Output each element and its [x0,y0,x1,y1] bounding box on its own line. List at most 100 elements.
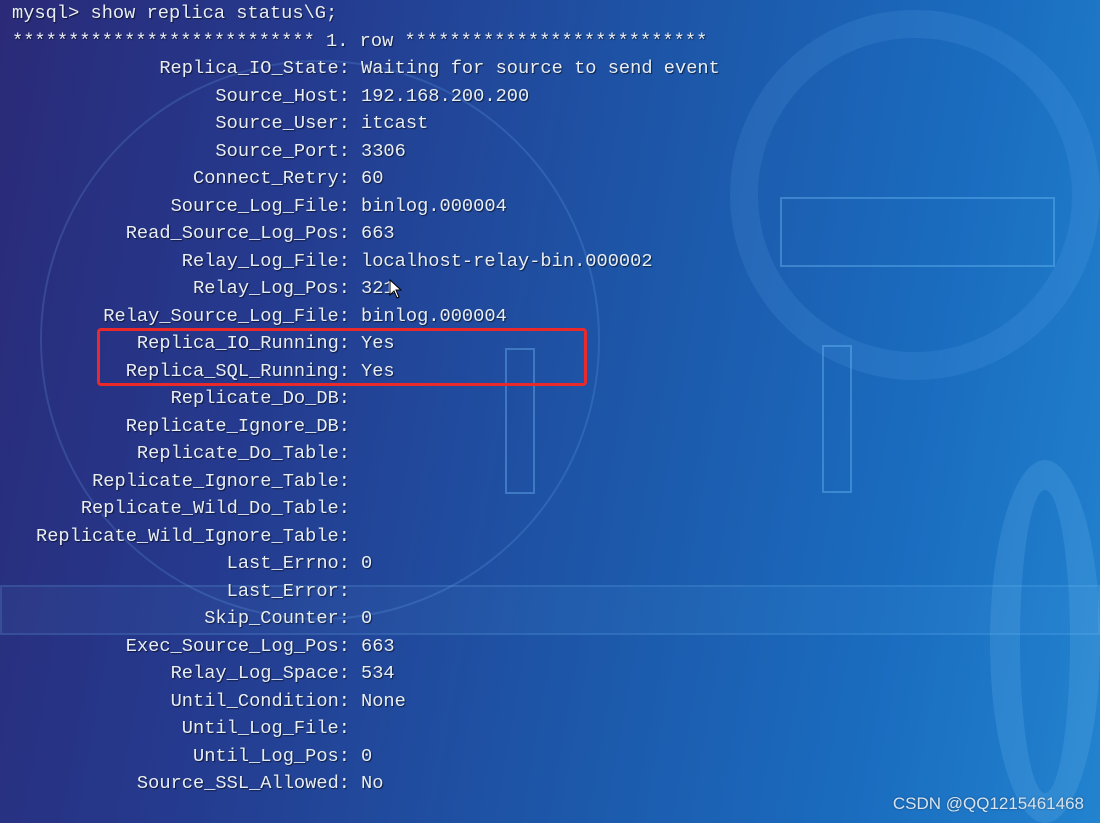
status-field-row: Replicate_Do_Table: [12,440,720,468]
field-label-text: Source_Port [215,139,339,162]
field-label: Until_Log_Pos: [192,744,350,767]
field-label-text: Relay_Source_Log_File [103,304,339,327]
status-field-row: Relay_Source_Log_File: binlog.000004 [12,303,720,331]
field-label-text: Relay_Log_Space [170,662,339,684]
field-label-text: Replicate_Ignore_DB [125,414,339,437]
field-label-text: Until_Log_File [181,717,339,739]
status-field-row: Until_Condition: None [12,688,720,716]
field-label-text: Replicate_Wild_Do_Table [80,497,339,519]
status-field-row: Replicate_Wild_Ignore_Table: [12,523,720,551]
field-label: Replica_IO_State: [159,57,350,79]
status-field-row: Source_Port: 3306 [12,138,720,166]
field-value: None [361,689,406,712]
field-label-text: Relay_Log_Pos [192,277,339,299]
status-field-row: Last_Error: [12,578,720,606]
field-label-text: Connect_Retry [192,167,339,189]
field-label-text: Replicate_Do_DB [170,387,339,409]
field-value: Waiting for source to send event [361,57,720,79]
field-label-text: Exec_Source_Log_Pos [125,634,339,657]
field-value: 663 [361,634,395,657]
background-decoration [780,197,1055,267]
highlight-box [97,328,587,386]
field-label-text: Source_Log_File [170,194,339,217]
status-field-row: Until_Log_File: [12,715,720,743]
status-field-row: Replica_IO_State: Waiting for source to s… [12,55,720,83]
field-value: binlog.000004 [361,304,507,327]
field-value: itcast [361,112,429,134]
field-label-text: Skip_Counter [204,607,339,629]
field-label: Source_Log_File: [170,194,350,217]
status-field-row: Relay_Log_File: localhost-relay-bin.00000… [12,248,720,276]
field-value: localhost-relay-bin.000002 [361,249,653,272]
field-label-text: Until_Log_Pos [192,744,339,767]
field-label-text: Source_SSL_Allowed [136,772,339,794]
status-field-row: Read_Source_Log_Pos: 663 [12,220,720,248]
field-value: 0 [361,607,373,629]
field-value: 534 [361,662,395,684]
terminal-output: mysql> show replica status\G; **********… [12,0,720,798]
status-field-row: Skip_Counter: 0 [12,605,720,633]
field-value: binlog.000004 [361,194,507,217]
field-value: 192.168.200.200 [361,84,530,107]
field-label: Replicate_Ignore_DB: [125,414,350,437]
field-label: Replicate_Wild_Do_Table: [80,497,350,519]
field-label-text: Last_Errno [226,552,339,574]
status-field-row: Exec_Source_Log_Pos: 663 [12,633,720,661]
status-field-row: Source_Log_File: binlog.000004 [12,193,720,221]
status-field-row: Replicate_Wild_Do_Table: [12,495,720,523]
background-decoration [822,345,852,493]
field-label: Relay_Log_File: [181,249,350,272]
field-label: Read_Source_Log_Pos: [125,222,350,244]
field-label-text: Replicate_Do_Table [136,442,339,464]
field-value: 60 [361,167,384,189]
field-value: No [361,772,384,794]
field-label: Source_SSL_Allowed: [136,772,350,794]
field-label: Source_Port: [215,139,350,162]
field-label: Until_Condition: [170,689,350,712]
field-value: 0 [361,744,373,767]
row-header: *************************** 1. row *****… [12,29,708,52]
status-field-row: Relay_Log_Space: 534 [12,660,720,688]
status-field-row: Relay_Log_Pos: 321 [12,275,720,303]
background-decoration [730,10,1100,380]
field-label-text: Read_Source_Log_Pos [125,222,339,244]
field-label-text: Until_Condition [170,689,339,712]
field-label: Until_Log_File: [181,717,350,739]
field-label-text: Replicate_Wild_Ignore_Table [35,524,339,547]
field-label: Replicate_Do_DB: [170,387,350,409]
field-label: Source_Host: [215,84,350,107]
field-label: Relay_Log_Space: [170,662,350,684]
field-label-text: Relay_Log_File [181,249,339,272]
background-decoration [990,460,1100,823]
field-label: Last_Error: [226,579,350,602]
watermark: CSDN @QQ1215461468 [892,794,1084,813]
field-value: 663 [361,222,395,244]
field-label-text: Source_Host [215,84,339,107]
field-label: Relay_Log_Pos: [192,277,350,299]
field-label-text: Replica_IO_State [159,57,339,79]
status-field-row: Source_SSL_Allowed: No [12,770,720,798]
field-label-text: Replicate_Ignore_Table [92,469,339,492]
status-field-row: Last_Errno: 0 [12,550,720,578]
field-label: Exec_Source_Log_Pos: [125,634,350,657]
field-value: 3306 [361,139,406,162]
field-value: 0 [361,552,373,574]
mouse-cursor-icon [389,279,403,299]
field-label: Connect_Retry: [192,167,350,189]
status-field-row: Replicate_Do_DB: [12,385,720,413]
field-label-text: Last_Error [226,579,339,602]
field-label: Replicate_Ignore_Table: [92,469,350,492]
status-field-row: Source_Host: 192.168.200.200 [12,83,720,111]
field-label: Replicate_Wild_Ignore_Table: [35,524,350,547]
field-label: Last_Errno: [226,552,350,574]
status-field-row: Connect_Retry: 60 [12,165,720,193]
command-prompt: mysql> show replica status\G; [12,2,338,24]
field-label: Relay_Source_Log_File: [103,304,350,327]
status-field-row: Source_User: itcast [12,110,720,138]
field-label: Source_User: [215,112,350,134]
status-field-row: Replicate_Ignore_DB: [12,413,720,441]
status-field-row: Until_Log_Pos: 0 [12,743,720,771]
field-label: Replicate_Do_Table: [136,442,350,464]
field-label: Skip_Counter: [204,607,350,629]
field-label-text: Source_User [215,112,339,134]
